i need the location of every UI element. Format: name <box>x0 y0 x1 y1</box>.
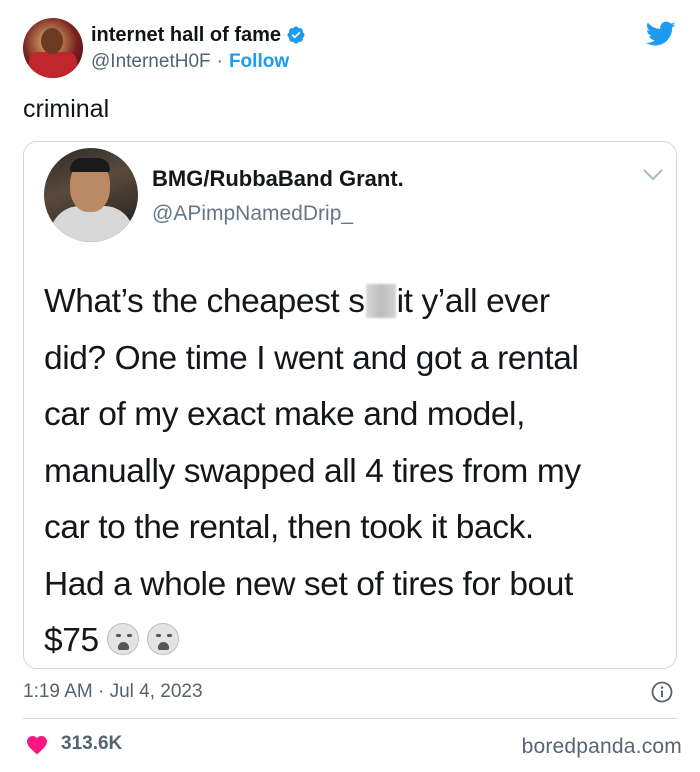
follow-button[interactable]: Follow <box>229 51 289 73</box>
like-count: 313.6K <box>61 733 123 754</box>
quoted-body-line: car to the rental, then took it back. <box>44 509 534 546</box>
quoted-display-name[interactable]: BMG/RubbaBand Grant. <box>152 166 404 192</box>
like-button[interactable]: 313.6K <box>25 733 122 755</box>
quoted-body-line: What’s the cheapest s it y’all ever <box>44 274 664 331</box>
quoted-body-line: manually swapped all 4 tires from my <box>44 452 581 490</box>
author-name-line: internet hall of fame <box>91 23 306 47</box>
tweet-text: criminal <box>23 95 110 123</box>
loudly-crying-face-icon <box>146 623 179 655</box>
tweet-timestamp[interactable]: 1:19 AM · Jul 4, 2023 <box>23 681 203 703</box>
divider <box>23 718 677 719</box>
watermark: boredpanda.com <box>521 735 682 758</box>
verified-badge-icon <box>287 26 305 44</box>
heart-icon <box>27 736 47 755</box>
quoted-author-avatar[interactable] <box>44 148 138 242</box>
quoted-avatar-hair <box>70 158 110 172</box>
author-display-name[interactable]: internet hall of fame <box>91 24 281 47</box>
censor-blur <box>365 284 396 318</box>
quoted-body-text: What’s the cheapest s <box>44 283 365 320</box>
quoted-handle[interactable]: @APimpNamedDrip_ <box>152 202 353 226</box>
quoted-body-line: car of my exact make and model, <box>44 396 526 433</box>
quoted-body-text: $75 <box>44 622 99 659</box>
author-handle[interactable]: @InternetH0F <box>91 51 211 73</box>
separator-dot: · <box>216 51 223 72</box>
loudly-crying-face-icon <box>106 623 139 655</box>
quoted-body-line: Had a whole new set of tires for bout <box>44 565 573 603</box>
twitter-bird-icon[interactable] <box>646 21 676 47</box>
tweet-card: internet hall of fame @InternetH0F · Fol… <box>0 0 700 772</box>
avatar-head <box>41 28 63 54</box>
quoted-body-text: it y’all ever <box>396 283 550 320</box>
chevron-down-icon[interactable] <box>642 168 664 182</box>
quoted-body-line: did? One time I went and got a rental <box>44 339 579 377</box>
author-avatar[interactable] <box>23 18 83 78</box>
quoted-tweet[interactable]: BMG/RubbaBand Grant. @APimpNamedDrip_ Wh… <box>23 141 677 669</box>
quoted-body-line: $75 <box>44 613 664 668</box>
author-handle-line: @InternetH0F · Follow <box>91 51 289 73</box>
quoted-tweet-body: What’s the cheapest s it y’all ever did? … <box>44 274 664 668</box>
info-icon[interactable] <box>651 681 673 703</box>
avatar-shirt <box>29 52 77 78</box>
